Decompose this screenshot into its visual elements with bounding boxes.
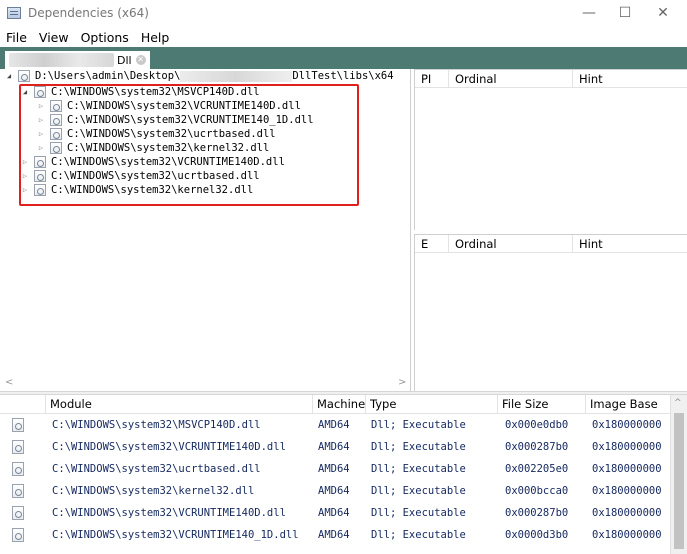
menu-file[interactable]: File (0, 30, 33, 45)
scroll-right-icon[interactable]: > (398, 377, 406, 388)
cell-file-size: 0x000287b0 (505, 441, 569, 453)
cell-type: Dll; Executable (371, 441, 466, 453)
cell-module: C:\WINDOWS\system32\kernel32.dll (52, 485, 255, 497)
vertical-scrollbar[interactable]: ^ (670, 395, 687, 554)
table-row[interactable]: C:\WINDOWS\system32\kernel32.dll AMD64 D… (0, 481, 670, 503)
cell-file-size: 0x002205e0 (505, 463, 569, 475)
cell-image-base: 0x180000000 (592, 485, 662, 497)
cell-machine: AMD64 (318, 419, 350, 431)
cell-image-base: 0x180000000 (592, 419, 662, 431)
cell-file-size: 0x000287b0 (505, 507, 569, 519)
modules-table[interactable]: Module Machine Type File Size Image Base… (0, 395, 687, 554)
cell-module: C:\WINDOWS\system32\MSVCP140D.dll (52, 419, 261, 431)
modules-table-header: Module Machine Type File Size Image Base (0, 395, 670, 414)
close-button[interactable]: ✕ (645, 0, 681, 26)
dll-file-icon (12, 418, 24, 432)
redacted-tab-name (9, 53, 114, 67)
col-header-ordinal[interactable]: Ordinal (449, 69, 573, 88)
cell-type: Dll; Executable (371, 419, 466, 431)
scroll-up-icon[interactable]: ^ (674, 398, 682, 408)
tree-root-prefix: D:\Users\admin\Desktop\ (35, 70, 181, 82)
table-row[interactable]: C:\WINDOWS\system32\VCRUNTIME140D.dll AM… (0, 503, 670, 525)
cell-machine: AMD64 (318, 507, 350, 519)
col-header-icon (0, 395, 46, 414)
menu-view[interactable]: View (33, 30, 75, 45)
col-header-ordinal[interactable]: Ordinal (449, 234, 573, 253)
menu-help[interactable]: Help (135, 30, 176, 45)
tree-root[interactable]: ◢ D:\Users\admin\Desktop\ DllTest\libs\x… (4, 69, 394, 83)
imports-table[interactable]: PI Ordinal Hint (414, 69, 687, 230)
expand-arrow-icon[interactable]: ◢ (4, 72, 14, 80)
imports-table-header: PI Ordinal Hint (415, 69, 687, 88)
cell-file-size: 0x0000d3b0 (505, 529, 569, 541)
cell-machine: AMD64 (318, 529, 350, 541)
menu-options[interactable]: Options (75, 30, 135, 45)
tab-strip: Dll ✕ (0, 47, 687, 69)
cell-type: Dll; Executable (371, 485, 466, 497)
dll-file-icon (12, 440, 24, 454)
dll-file-icon (12, 506, 24, 520)
cell-type: Dll; Executable (371, 507, 466, 519)
col-header-pi[interactable]: PI (415, 69, 449, 88)
col-header-hint[interactable]: Hint (573, 235, 687, 253)
cell-type: Dll; Executable (371, 463, 466, 475)
cell-module: C:\WINDOWS\system32\ucrtbased.dll (52, 463, 261, 475)
col-header-e[interactable]: E (415, 234, 449, 253)
table-row[interactable]: C:\WINDOWS\system32\VCRUNTIME140_1D.dll … (0, 525, 670, 547)
col-header-image-base[interactable]: Image Base (586, 395, 670, 414)
table-row[interactable]: C:\WINDOWS\system32\ucrtbased.dll AMD64 … (0, 459, 670, 481)
exports-table[interactable]: E Ordinal Hint (414, 234, 687, 391)
cell-file-size: 0x000e0db0 (505, 419, 569, 431)
cell-file-size: 0x000bcca0 (505, 485, 569, 497)
app-icon (7, 7, 21, 19)
window-title: Dependencies (x64) (28, 6, 149, 20)
tree-root-suffix: DllTest\libs\x64 (292, 70, 394, 82)
col-header-file-size[interactable]: File Size (498, 395, 586, 414)
title-bar: Dependencies (x64) — ☐ ✕ (0, 0, 687, 26)
cell-image-base: 0x180000000 (592, 463, 662, 475)
table-row[interactable]: C:\WINDOWS\system32\MSVCP140D.dll AMD64 … (0, 415, 670, 437)
dll-file-icon (18, 70, 30, 82)
horizontal-scrollbar[interactable]: < > (0, 375, 410, 391)
col-header-module[interactable]: Module (46, 395, 313, 414)
cell-type: Dll; Executable (371, 529, 466, 541)
tab-close-icon[interactable]: ✕ (135, 55, 146, 65)
col-header-type[interactable]: Type (366, 395, 498, 414)
col-header-machine[interactable]: Machine (313, 395, 366, 414)
exports-table-header: E Ordinal Hint (415, 234, 687, 253)
dll-file-icon (12, 462, 24, 476)
col-header-hint[interactable]: Hint (573, 70, 687, 88)
tab-label: Dll (117, 53, 132, 67)
cell-image-base: 0x180000000 (592, 507, 662, 519)
minimize-button[interactable]: — (571, 0, 607, 26)
maximize-button[interactable]: ☐ (607, 0, 643, 26)
cell-image-base: 0x180000000 (592, 441, 662, 453)
cell-module: C:\WINDOWS\system32\VCRUNTIME140D.dll (52, 507, 286, 519)
cell-module: C:\WINDOWS\system32\VCRUNTIME140_1D.dll (52, 529, 299, 541)
scroll-left-icon[interactable]: < (5, 377, 13, 388)
scrollbar-thumb[interactable] (674, 413, 684, 549)
cell-machine: AMD64 (318, 441, 350, 453)
table-row[interactable]: C:\WINDOWS\system32\VCRUNTIME140D.dll AM… (0, 437, 670, 459)
redacted-path (180, 70, 293, 82)
dll-file-icon (12, 528, 24, 542)
cell-machine: AMD64 (318, 485, 350, 497)
cell-module: C:\WINDOWS\system32\VCRUNTIME140D.dll (52, 441, 286, 453)
highlight-annotation-box (19, 84, 359, 206)
tab-dll[interactable]: Dll ✕ (5, 51, 150, 69)
cell-image-base: 0x180000000 (592, 529, 662, 541)
cell-machine: AMD64 (318, 463, 350, 475)
dll-file-icon (12, 484, 24, 498)
menu-bar: File View Options Help (0, 27, 175, 47)
